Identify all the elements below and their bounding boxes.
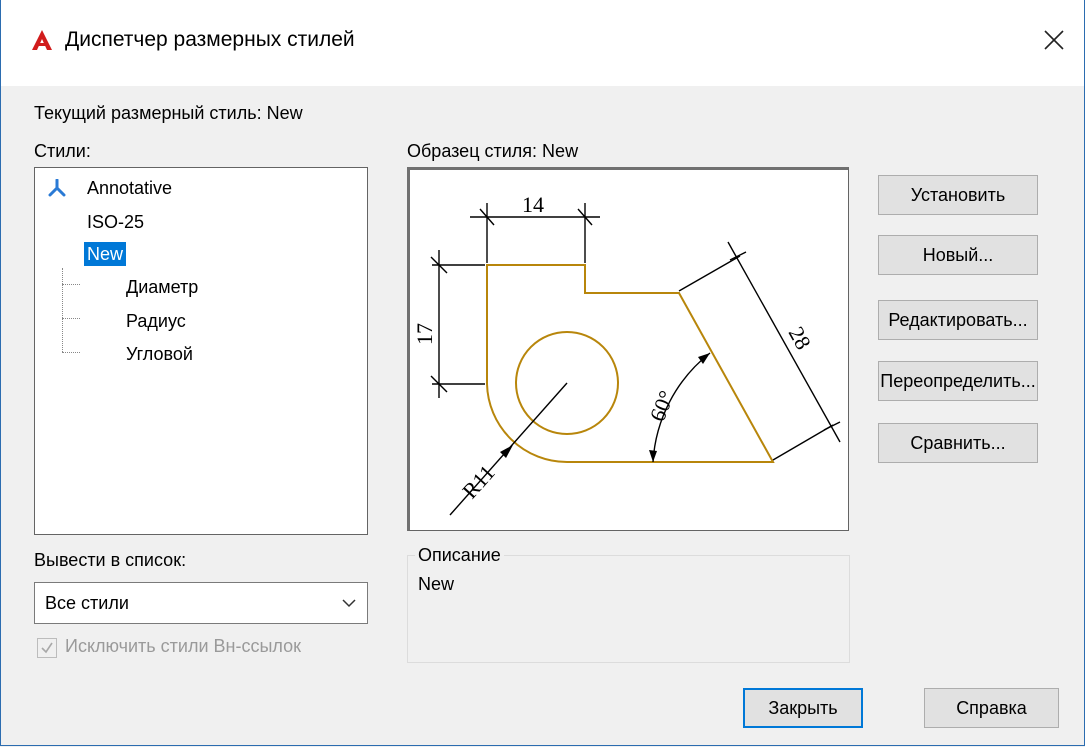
style-item-iso-25[interactable]: ISO-25 [87,210,144,234]
close-button[interactable]: Закрыть [743,688,863,728]
new-style-button[interactable]: Новый... [878,235,1038,275]
override-style-button[interactable]: Переопределить... [878,361,1038,401]
chevron-down-icon [342,599,356,608]
style-item-new[interactable]: New [84,242,127,266]
style-preview: 14 17 28 60° R11 [407,167,849,531]
current-style-label: Текущий размерный стиль: New [34,103,303,123]
style-item-angular[interactable]: Угловой [126,342,193,366]
help-button[interactable]: Справка [924,688,1059,728]
modify-style-button[interactable]: Редактировать... [878,300,1038,340]
preview-label: Образец стиля: New [407,141,579,161]
styles-label: Стили: [34,141,91,161]
styles-list[interactable]: Annotative ISO-25 New Диаметр Радиус Угл… [34,167,368,535]
tree-connector [62,318,80,319]
autocad-logo-icon [32,30,52,50]
checkmark-icon [41,642,53,654]
tree-connector [62,284,80,285]
list-filter-value: Все стили [45,593,129,613]
description-text: New [418,574,455,594]
tree-connector [62,268,63,352]
style-item-diameter[interactable]: Диаметр [126,275,198,299]
dimension-preview-drawing: 14 17 28 60° R11 [412,192,841,516]
style-item-radius[interactable]: Радиус [126,309,186,333]
exclude-xref-label: Исключить стили Вн-ссылок [65,636,302,656]
window-title: Диспетчер размерных стилей [65,28,355,51]
exclude-xref-checkbox[interactable] [37,638,57,658]
style-item-annotative[interactable]: Annotative [87,176,172,200]
list-filter-dropdown[interactable]: Все стили [34,582,368,624]
title-bar: Диспетчер размерных стилей [1,0,1084,86]
description-group [407,555,850,663]
dim-text-top: 14 [522,192,544,217]
description-legend: Описание [415,545,504,566]
dim-text-left: 17 [412,323,437,345]
dimension-style-manager-dialog: Диспетчер размерных стилей Текущий разме… [0,0,1085,746]
tree-connector [62,352,80,353]
close-icon[interactable] [1036,22,1072,58]
set-current-button[interactable]: Установить [878,175,1038,215]
compare-styles-button[interactable]: Сравнить... [878,423,1038,463]
annotative-icon [48,179,66,197]
list-filter-label: Вывести в список: [34,550,187,570]
